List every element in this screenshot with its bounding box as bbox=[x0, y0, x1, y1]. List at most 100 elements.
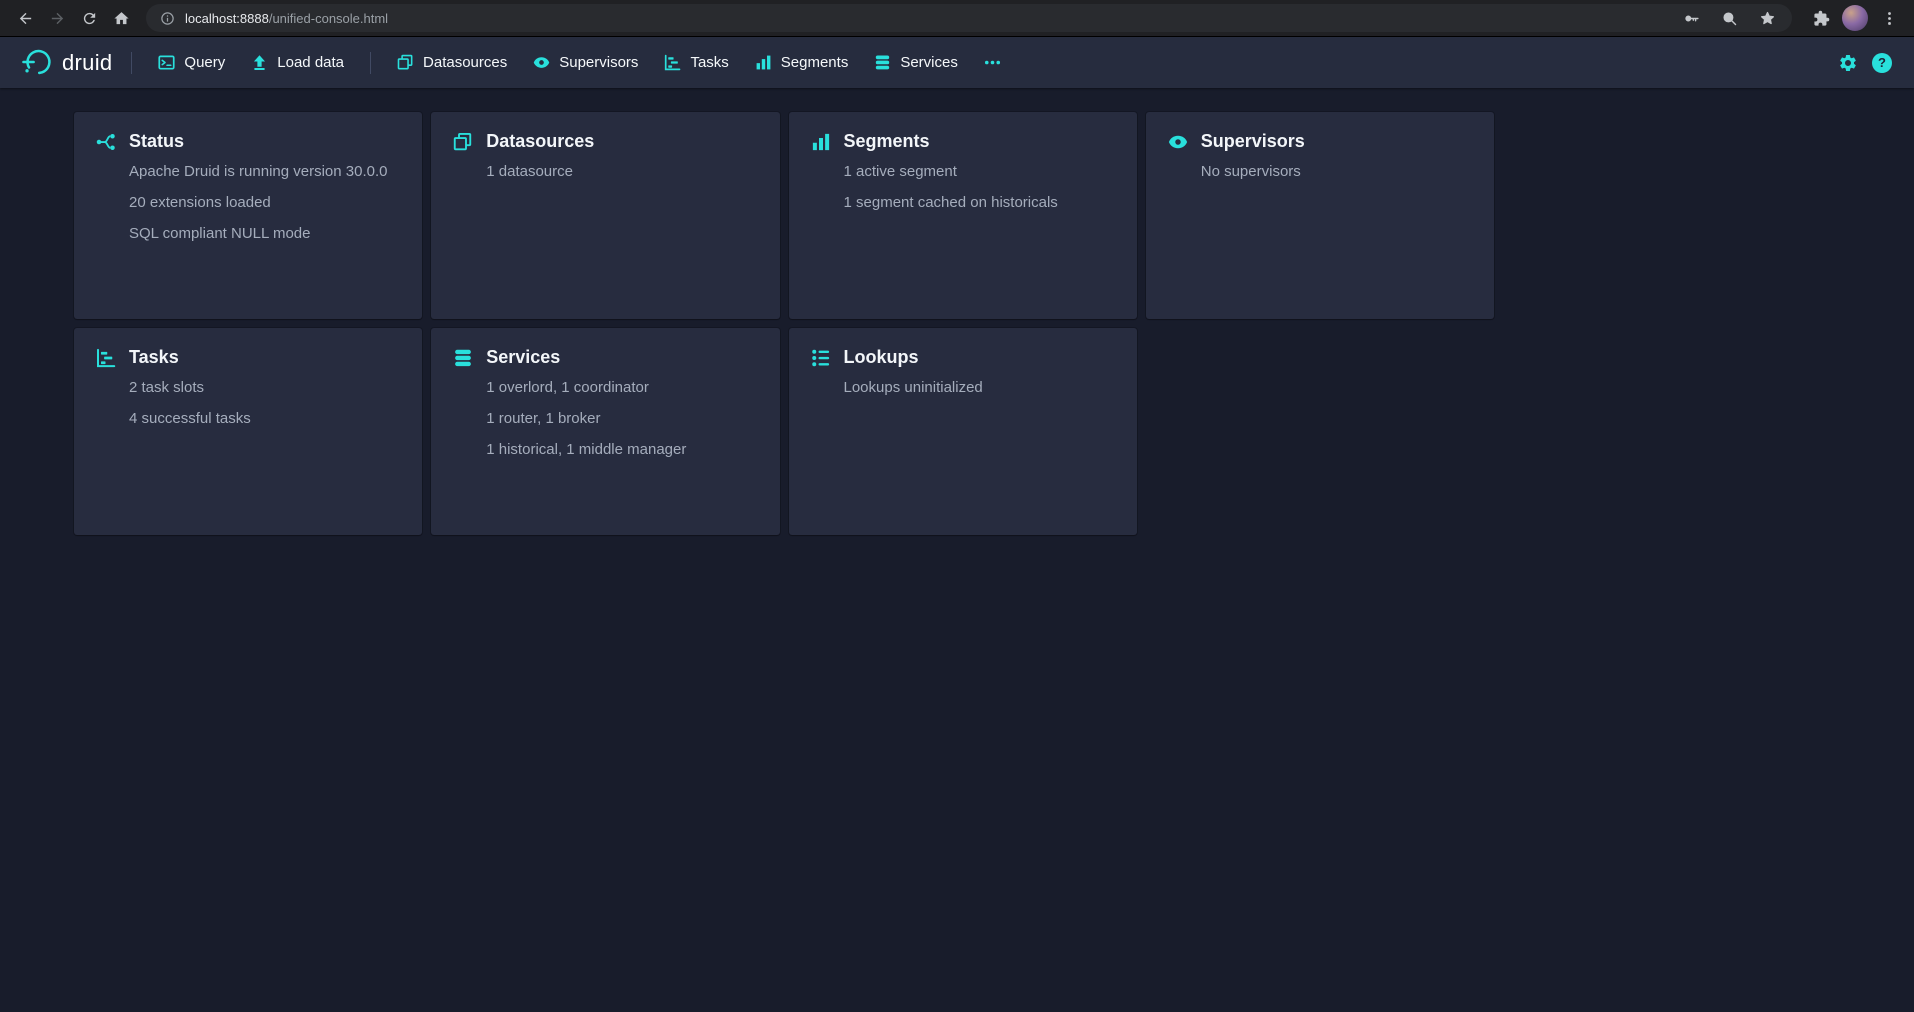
back-button[interactable] bbox=[10, 3, 40, 33]
eye-icon bbox=[1168, 132, 1188, 152]
card-line: 1 datasource bbox=[486, 163, 757, 182]
nav-item-supervisors[interactable]: Supervisors bbox=[522, 46, 649, 80]
card-lines: 2 task slots 4 successful tasks bbox=[129, 379, 400, 429]
nav-item-label: Load data bbox=[277, 54, 344, 71]
url-text: localhost:8888/unified-console.html bbox=[185, 11, 388, 26]
card-title: Status bbox=[129, 131, 184, 152]
gantt-icon bbox=[96, 348, 116, 368]
card-line: 1 segment cached on historicals bbox=[844, 194, 1115, 213]
nav-item-tasks[interactable]: Tasks bbox=[653, 46, 739, 80]
druid-logo-icon bbox=[22, 47, 53, 78]
nav-divider bbox=[131, 52, 132, 74]
console-icon bbox=[158, 54, 175, 71]
browser-toolbar: localhost:8888/unified-console.html bbox=[0, 0, 1914, 37]
nav-more-button[interactable] bbox=[973, 46, 1012, 80]
nav-item-label: Services bbox=[900, 54, 958, 71]
datasources-icon bbox=[397, 54, 414, 71]
card-line: 20 extensions loaded bbox=[129, 194, 400, 213]
card-lookups[interactable]: Lookups Lookups uninitialized bbox=[789, 328, 1137, 535]
card-datasources[interactable]: Datasources 1 datasource bbox=[431, 112, 779, 319]
card-lines: No supervisors bbox=[1201, 163, 1472, 182]
site-info-icon[interactable] bbox=[160, 11, 175, 26]
password-key-icon[interactable] bbox=[1680, 7, 1702, 29]
nav-divider bbox=[370, 52, 371, 74]
nav-item-query[interactable]: Query bbox=[147, 46, 236, 80]
extensions-icon[interactable] bbox=[1806, 3, 1836, 33]
nav-item-services[interactable]: Services bbox=[863, 46, 969, 80]
card-lines: 1 active segment 1 segment cached on his… bbox=[844, 163, 1115, 213]
card-header: Segments bbox=[811, 131, 1115, 152]
eye-icon bbox=[533, 54, 550, 71]
url-path: /unified-console.html bbox=[269, 11, 388, 26]
url-host: localhost:8888 bbox=[185, 11, 269, 26]
forward-arrow-icon bbox=[49, 10, 66, 27]
card-header: Tasks bbox=[96, 347, 400, 368]
card-header: Datasources bbox=[453, 131, 757, 152]
card-line: 4 successful tasks bbox=[129, 410, 400, 429]
zoom-icon[interactable] bbox=[1718, 7, 1740, 29]
address-bar-actions bbox=[1680, 7, 1778, 29]
home-icon bbox=[113, 10, 130, 27]
reload-button[interactable] bbox=[74, 3, 104, 33]
back-arrow-icon bbox=[17, 10, 34, 27]
navbar-right: ? bbox=[1834, 49, 1898, 77]
properties-icon bbox=[811, 348, 831, 368]
card-line: Lookups uninitialized bbox=[844, 379, 1115, 398]
reload-icon bbox=[81, 10, 98, 27]
gantt-icon bbox=[664, 54, 681, 71]
settings-gear-icon[interactable] bbox=[1834, 49, 1862, 77]
nav-item-label: Segments bbox=[781, 54, 849, 71]
card-line: 1 overlord, 1 coordinator bbox=[486, 379, 757, 398]
druid-logo-home[interactable]: druid bbox=[16, 47, 118, 78]
nav-item-label: Tasks bbox=[690, 54, 728, 71]
card-header: Status bbox=[96, 131, 400, 152]
more-ellipsis-icon bbox=[984, 54, 1001, 71]
bar-chart-icon bbox=[811, 132, 831, 152]
card-lines: Apache Druid is running version 30.0.0 2… bbox=[129, 163, 400, 243]
card-line: No supervisors bbox=[1201, 163, 1472, 182]
card-supervisors[interactable]: Supervisors No supervisors bbox=[1146, 112, 1494, 319]
card-title: Services bbox=[486, 347, 560, 368]
druid-navbar: druid Query Load data Datasources Superv… bbox=[0, 37, 1914, 88]
nav-item-label: Datasources bbox=[423, 54, 507, 71]
card-title: Segments bbox=[844, 131, 930, 152]
card-line: 2 task slots bbox=[129, 379, 400, 398]
card-line: 1 active segment bbox=[844, 163, 1115, 182]
profile-avatar[interactable] bbox=[1842, 5, 1868, 31]
card-title: Datasources bbox=[486, 131, 594, 152]
nav-item-segments[interactable]: Segments bbox=[744, 46, 860, 80]
home-button[interactable] bbox=[106, 3, 136, 33]
card-tasks[interactable]: Tasks 2 task slots 4 successful tasks bbox=[74, 328, 422, 535]
card-title: Tasks bbox=[129, 347, 179, 368]
help-icon[interactable]: ? bbox=[1872, 53, 1892, 73]
card-header: Supervisors bbox=[1168, 131, 1472, 152]
fork-icon bbox=[96, 132, 116, 152]
datasources-icon bbox=[453, 132, 473, 152]
database-icon bbox=[453, 348, 473, 368]
card-segments[interactable]: Segments 1 active segment 1 segment cach… bbox=[789, 112, 1137, 319]
card-line: 1 historical, 1 middle manager bbox=[486, 441, 757, 460]
card-header: Lookups bbox=[811, 347, 1115, 368]
browser-actions bbox=[1802, 3, 1904, 33]
upload-icon bbox=[251, 54, 268, 71]
card-title: Lookups bbox=[844, 347, 919, 368]
card-line: Apache Druid is running version 30.0.0 bbox=[129, 163, 400, 182]
bar-chart-icon bbox=[755, 54, 772, 71]
card-services[interactable]: Services 1 overlord, 1 coordinator 1 rou… bbox=[431, 328, 779, 535]
card-lines: 1 overlord, 1 coordinator 1 router, 1 br… bbox=[486, 379, 757, 459]
nav-item-label: Supervisors bbox=[559, 54, 638, 71]
nav-item-label: Query bbox=[184, 54, 225, 71]
card-line: SQL compliant NULL mode bbox=[129, 225, 400, 244]
bookmark-star-icon[interactable] bbox=[1756, 7, 1778, 29]
forward-button[interactable] bbox=[42, 3, 72, 33]
card-lines: Lookups uninitialized bbox=[844, 379, 1115, 398]
nav-item-datasources[interactable]: Datasources bbox=[386, 46, 518, 80]
card-header: Services bbox=[453, 347, 757, 368]
card-lines: 1 datasource bbox=[486, 163, 757, 182]
browser-menu-kebab-icon[interactable] bbox=[1874, 3, 1904, 33]
address-bar[interactable]: localhost:8888/unified-console.html bbox=[146, 4, 1792, 32]
card-status[interactable]: Status Apache Druid is running version 3… bbox=[74, 112, 422, 319]
database-icon bbox=[874, 54, 891, 71]
nav-item-load-data[interactable]: Load data bbox=[240, 46, 355, 80]
brand-name: druid bbox=[62, 50, 112, 76]
